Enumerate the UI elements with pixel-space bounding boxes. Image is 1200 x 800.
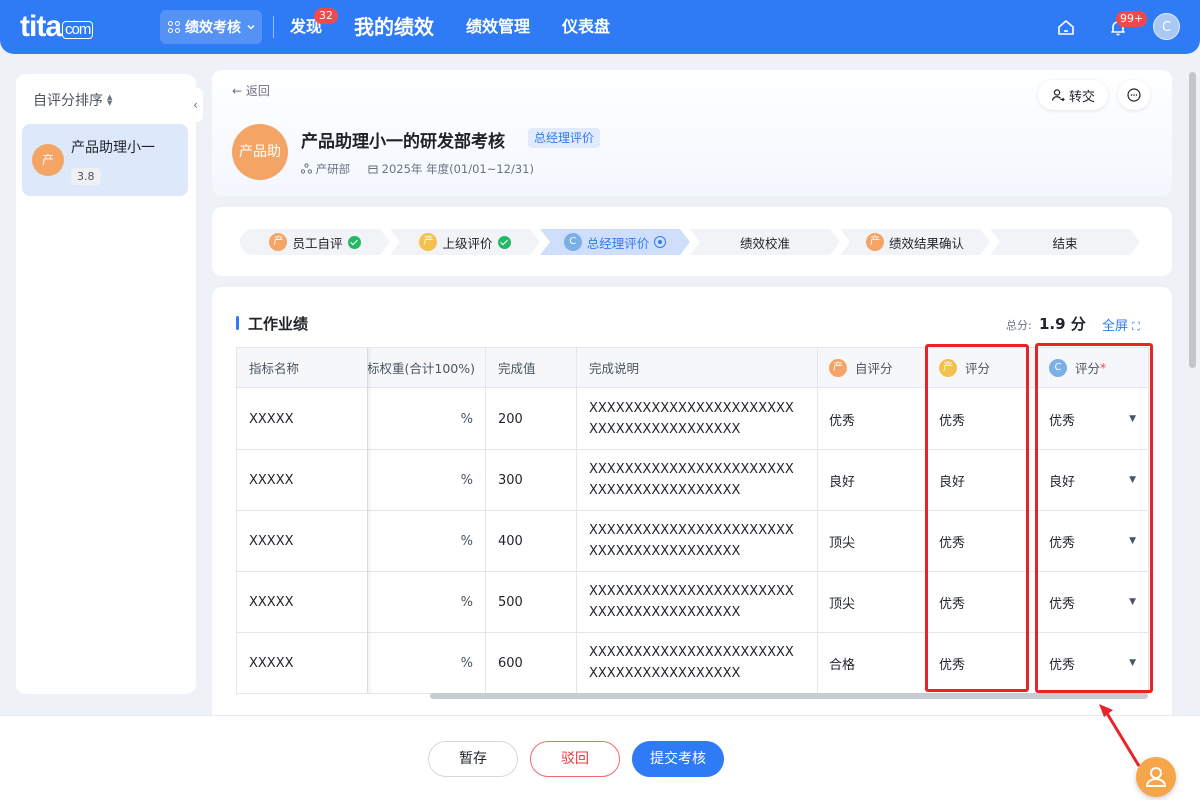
step-avatar: C <box>564 233 582 251</box>
reviewee-avatar: 产品助 <box>232 124 288 180</box>
logo[interactable]: tita com <box>20 10 94 44</box>
action-bar: 暂存 驳回 提交考核 <box>0 715 1200 800</box>
kpi-weight[interactable]: % <box>367 511 485 571</box>
review-header: ← 返回 产品助 产品助理小一的研发部考核 总经理评价 产研部 2025年 年度… <box>212 70 1172 196</box>
kpi-weight[interactable]: % <box>367 633 485 693</box>
kpi-desc: XXXXXXXXXXXXXXXXXXXXXXX XXXXXXXXXXXXXXXXX <box>589 645 794 681</box>
kpi-name: XXXXX <box>249 655 294 671</box>
fullscreen-button[interactable]: 全屏 ⛶ <box>1102 315 1140 334</box>
employee-avatar: 产 <box>32 144 64 176</box>
self-score: 良好 <box>829 474 856 490</box>
kpi-desc: XXXXXXXXXXXXXXXXXXXXXXX XXXXXXXXXXXXXXXXX <box>589 523 794 559</box>
kpi-desc: XXXXXXXXXXXXXXXXXXXXXXX XXXXXXXXXXXXXXXXX <box>589 584 794 620</box>
kpi-desc: XXXXXXXXXXXXXXXXXXXXXXX XXXXXXXXXXXXXXXXX <box>589 401 794 437</box>
step-avatar: 产 <box>269 233 287 251</box>
self-score: 合格 <box>829 657 856 673</box>
comment-button[interactable] <box>1118 80 1150 110</box>
section-accent <box>236 316 239 330</box>
work-performance-section: 工作业绩 总分: 1.9 分 全屏 ⛶ 指标名称 标权重(合计100%) 完成值… <box>212 287 1172 727</box>
transfer-button[interactable]: 转交 <box>1038 80 1108 110</box>
step-self-review[interactable]: 产 员工自评 <box>240 229 390 255</box>
self-score: 顶尖 <box>829 596 856 612</box>
step-calibration[interactable]: 绩效校准 <box>690 229 840 255</box>
department: 产研部 <box>300 161 350 177</box>
home-icon[interactable] <box>1056 18 1076 38</box>
employee-name: 产品助理小一 <box>71 140 155 156</box>
kpi-name: XXXXX <box>249 594 294 610</box>
kpi-name: XXXXX <box>249 472 294 488</box>
check-icon <box>348 236 361 249</box>
user-avatar[interactable]: C <box>1153 13 1180 40</box>
page-title: 产品助理小一的研发部考核 <box>301 132 505 152</box>
total-score-value: 1.9 分 <box>1039 315 1086 333</box>
kpi-done-value: 600 <box>498 655 523 671</box>
review-period: 2025年 年度(01/01~12/31) <box>368 161 534 177</box>
col-header-desc: 完成说明 <box>577 348 817 388</box>
kpi-desc: XXXXXXXXXXXXXXXXXXXXXXX XXXXXXXXXXXXXXXXX <box>589 462 794 498</box>
help-button[interactable] <box>1136 757 1176 797</box>
self-score: 顶尖 <box>829 535 856 551</box>
step-manager-review[interactable]: 产 上级评价 <box>390 229 540 255</box>
submit-review-button[interactable]: 提交考核 <box>632 741 724 777</box>
kpi-done-value: 500 <box>498 594 523 610</box>
back-link[interactable]: ← 返回 <box>232 82 270 99</box>
kpi-weight[interactable]: % <box>367 389 485 449</box>
user-transfer-icon <box>1051 89 1065 102</box>
current-dot-icon <box>654 236 666 248</box>
kpi-done-value: 300 <box>498 472 523 488</box>
discover-badge: 32 <box>314 8 339 24</box>
sort-by-self-score[interactable]: 自评分排序 ▲ ▼ <box>33 90 112 110</box>
section-title: 工作业绩 <box>248 315 309 333</box>
employee-list-panel: 自评分排序 ▲ ▼ 产 产品助理小一 3.8 <box>16 74 196 694</box>
back-arrow-icon: ← <box>232 84 246 98</box>
col-header-name: 指标名称 <box>237 348 367 388</box>
highlight-gm-score-column <box>1035 343 1153 693</box>
kpi-done-value: 400 <box>498 533 523 549</box>
total-score-label: 总分: <box>1006 319 1032 332</box>
step-avatar: 产 <box>419 233 437 251</box>
col-header-done: 完成值 <box>486 348 576 388</box>
step-avatar: 产 <box>866 233 884 251</box>
col-header-weight: 标权重(合计100%) <box>367 348 485 388</box>
nav-dashboard[interactable]: 仪表盘 <box>562 0 610 54</box>
self-score: 优秀 <box>829 413 856 429</box>
notification-badge: 99+ <box>1116 11 1148 27</box>
table-horizontal-scrollbar[interactable] <box>430 693 1148 699</box>
top-nav: tita com 绩效考核 发现 32 我的绩效 绩效管理 仪表盘 99+ C <box>0 0 1200 54</box>
step-end[interactable]: 结束 <box>990 229 1140 255</box>
reject-button[interactable]: 驳回 <box>530 741 620 777</box>
highlight-manager-score-column <box>925 344 1029 692</box>
kpi-name: XXXXX <box>249 411 294 427</box>
help-icon <box>1145 767 1167 787</box>
grid-icon <box>168 21 180 33</box>
nav-divider <box>273 16 274 38</box>
process-steps: 产 员工自评 产 上级评价 C 总经理评价 绩效校准 产 绩效结果确认 结束 <box>212 207 1172 276</box>
fullscreen-icon: ⛶ <box>1132 320 1140 333</box>
step-result-confirm[interactable]: 产 绩效结果确认 <box>840 229 990 255</box>
step-gm-review[interactable]: C 总经理评价 <box>540 229 690 255</box>
org-icon <box>300 163 313 174</box>
kpi-name: XXXXX <box>249 533 294 549</box>
kpi-weight[interactable]: % <box>367 572 485 632</box>
nav-my-performance[interactable]: 我的绩效 <box>354 0 434 54</box>
collapse-icon[interactable]: ‹ <box>188 88 203 122</box>
kpi-weight[interactable]: % <box>367 450 485 510</box>
page-vertical-scrollbar[interactable] <box>1189 72 1196 368</box>
save-draft-button[interactable]: 暂存 <box>428 741 518 777</box>
col-header-self-score: 产自评分 <box>817 348 927 388</box>
chevron-down-icon <box>247 25 255 30</box>
employee-score: 3.8 <box>71 168 101 185</box>
employee-card[interactable]: 产 产品助理小一 3.8 <box>22 124 188 196</box>
app-switcher[interactable]: 绩效考核 <box>160 10 262 44</box>
check-icon <box>498 236 511 249</box>
nav-discover[interactable]: 发现 32 <box>290 0 339 54</box>
app-switcher-label: 绩效考核 <box>185 20 241 36</box>
stage-tag: 总经理评价 <box>528 128 601 148</box>
sort-icon: ▲ ▼ <box>107 93 113 107</box>
chat-icon <box>1127 88 1141 102</box>
calendar-icon <box>368 165 378 174</box>
kpi-done-value: 200 <box>498 411 523 427</box>
nav-performance-management[interactable]: 绩效管理 <box>466 0 530 54</box>
